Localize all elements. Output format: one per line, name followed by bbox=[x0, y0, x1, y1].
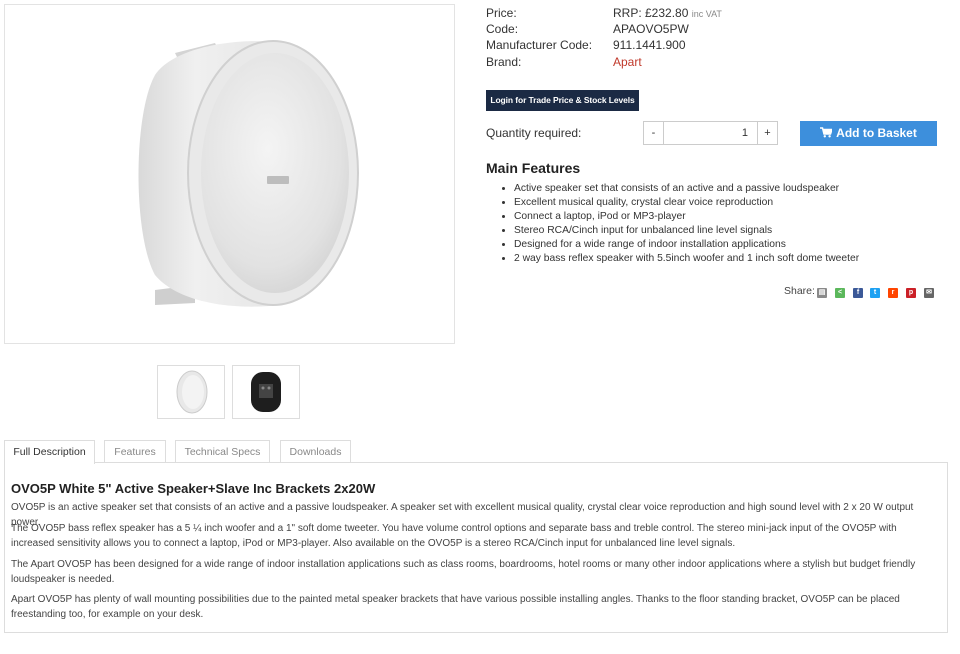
twitter-icon[interactable]: t bbox=[870, 288, 880, 298]
reddit-icon[interactable]: r bbox=[888, 288, 898, 298]
description-paragraph: The Apart OVO5P has been designed for a … bbox=[11, 559, 916, 585]
price-row: Price: RRP: £232.80 inc VAT bbox=[486, 5, 946, 21]
share-label: Share: bbox=[784, 285, 815, 297]
quantity-increase-button[interactable]: + bbox=[757, 121, 778, 145]
description-title: OVO5P White 5" Active Speaker+Slave Inc … bbox=[11, 481, 376, 496]
description-paragraph: The OVO5P bass reflex speaker has a 5 ¼ … bbox=[11, 523, 897, 549]
feature-item: Stereo RCA/Cinch input for unbalanced li… bbox=[514, 224, 859, 238]
price-value: RRP: £232.80 inc VAT bbox=[613, 5, 722, 22]
brand-link[interactable]: Apart bbox=[613, 54, 642, 70]
price-label: Price: bbox=[486, 6, 517, 20]
code-row: Code: APAOVO5PW bbox=[486, 21, 946, 37]
brand-row: Brand: Apart bbox=[486, 54, 946, 70]
email-icon[interactable]: ✉ bbox=[924, 288, 934, 298]
feature-item: 2 way bass reflex speaker with 5.5inch w… bbox=[514, 252, 859, 266]
add-to-basket-label: Add to Basket bbox=[836, 126, 917, 140]
manufacturer-code-value: 911.1441.900 bbox=[613, 38, 686, 53]
manufacturer-code-label: Manufacturer Code: bbox=[486, 38, 593, 53]
print-icon[interactable]: ▤ bbox=[817, 288, 827, 298]
tab-technical-specs[interactable]: Technical Specs bbox=[175, 440, 270, 463]
tab-full-description[interactable]: Full Description bbox=[4, 440, 95, 464]
inc-vat-label: inc VAT bbox=[691, 9, 722, 19]
facebook-icon[interactable]: f bbox=[853, 288, 863, 298]
feature-item: Active speaker set that consists of an a… bbox=[514, 182, 859, 196]
quantity-input[interactable] bbox=[664, 121, 758, 145]
login-trade-price-button[interactable]: Login for Trade Price & Stock Levels bbox=[486, 90, 639, 111]
price-amount: RRP: £232.80 bbox=[613, 6, 689, 20]
product-info-table: Price: RRP: £232.80 inc VAT Code: APAOVO… bbox=[486, 5, 946, 70]
feature-item: Excellent musical quality, crystal clear… bbox=[514, 196, 859, 210]
description-paragraph: Apart OVO5P has plenty of wall mounting … bbox=[11, 594, 900, 620]
share-icon[interactable]: < bbox=[835, 288, 845, 298]
brand-label: Brand: bbox=[486, 54, 522, 69]
feature-item: Connect a laptop, iPod or MP3-player bbox=[514, 210, 859, 224]
code-value: APAOVO5PW bbox=[613, 22, 689, 37]
tab-features[interactable]: Features bbox=[104, 440, 166, 463]
main-features-list: Active speaker set that consists of an a… bbox=[514, 182, 859, 267]
quantity-label: Quantity required: bbox=[486, 126, 582, 140]
manufacturer-code-row: Manufacturer Code: 911.1441.900 bbox=[486, 37, 946, 53]
thumbnail-white-speaker[interactable] bbox=[157, 365, 225, 419]
feature-item: Designed for a wide range of indoor inst… bbox=[514, 238, 859, 252]
pinterest-icon[interactable]: p bbox=[906, 288, 916, 298]
product-main-image[interactable] bbox=[4, 4, 455, 344]
tab-downloads[interactable]: Downloads bbox=[280, 440, 351, 463]
thumbnail-black-speaker-rear[interactable] bbox=[232, 365, 300, 419]
main-features-title: Main Features bbox=[486, 160, 581, 176]
code-label: Code: bbox=[486, 22, 519, 37]
cart-icon bbox=[820, 127, 833, 138]
quantity-decrease-button[interactable]: - bbox=[643, 121, 664, 145]
add-to-basket-button[interactable]: Add to Basket bbox=[800, 121, 937, 146]
